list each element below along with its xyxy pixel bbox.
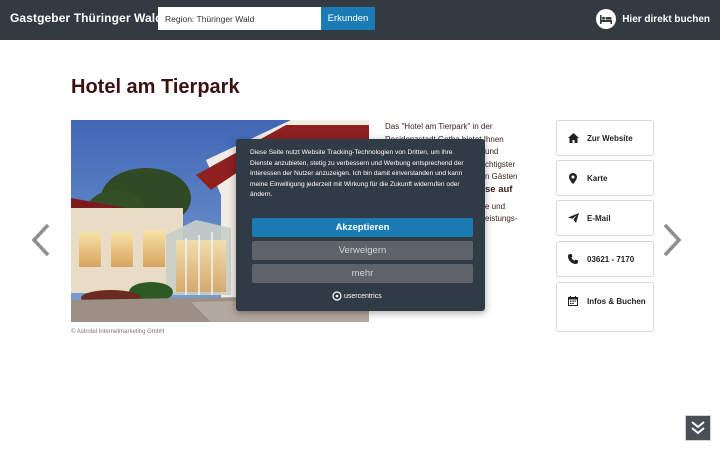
carousel-prev-arrow[interactable] [30, 222, 52, 258]
explore-button[interactable]: Erkunden [321, 7, 375, 30]
map-marker-icon [567, 172, 579, 184]
page-title: Hotel am Tierpark [71, 76, 240, 98]
region-search-input[interactable] [158, 7, 321, 30]
usercentrics-icon [332, 291, 342, 301]
accept-button[interactable]: Akzeptieren [252, 218, 473, 237]
site-brand[interactable]: Gastgeber Thüringer Wald [10, 11, 163, 25]
cookie-consent-dialog: Diese Seite nutzt Website Tracking-Techn… [236, 139, 485, 311]
book-directly-label: Hier direkt buchen [622, 13, 710, 25]
website-button[interactable]: Zur Website [556, 120, 654, 156]
phone-button[interactable]: 03621 - 7170 [556, 241, 654, 277]
email-button[interactable]: E-Mail [556, 200, 654, 236]
description-line: Das "Hotel am Tierpark" in der [385, 122, 493, 131]
phone-icon [567, 253, 579, 265]
scroll-down-button[interactable] [685, 415, 711, 441]
map-button[interactable]: Karte [556, 160, 654, 196]
top-navigation-bar: Gastgeber Thüringer Wald Erkunden Hier d… [0, 0, 720, 40]
info-booking-button[interactable]: Infos & Buchen [556, 282, 654, 332]
deny-button[interactable]: Verweigern [252, 241, 473, 260]
paper-plane-icon [567, 212, 579, 224]
carousel-next-arrow[interactable] [661, 222, 683, 258]
double-chevron-down-icon [691, 421, 705, 435]
usercentrics-logo: usercentrics [332, 291, 382, 301]
description-bold-line: se auf [485, 183, 513, 195]
email-button-label: E-Mail [587, 213, 611, 223]
map-button-label: Karte [587, 173, 608, 183]
image-credit: © Astrotel Internetmarketing GmbH [71, 329, 165, 335]
consent-text: Diese Seite nutzt Website Tracking-Techn… [250, 149, 464, 199]
info-booking-label: Infos & Buchen [587, 297, 646, 306]
home-icon [567, 132, 579, 144]
calendar-icon [567, 295, 579, 307]
book-directly-link[interactable]: Hier direkt buchen [596, 9, 710, 29]
website-button-label: Zur Website [587, 133, 633, 143]
phone-button-label: 03621 - 7170 [587, 254, 635, 264]
usercentrics-label: usercentrics [344, 292, 382, 300]
more-button[interactable]: mehr [252, 264, 473, 283]
bed-icon [596, 9, 617, 29]
